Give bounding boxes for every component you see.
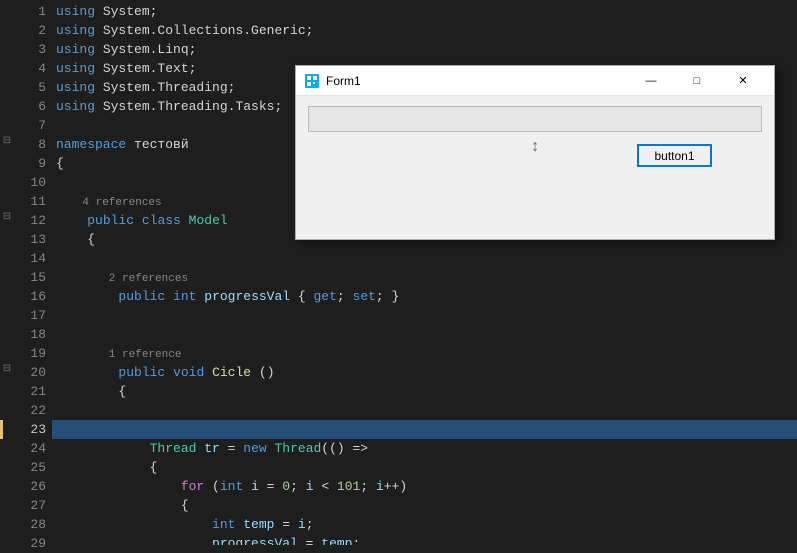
ln-6: 6 — [14, 97, 46, 116]
code-line-26: for (int i = 0; i < 101; i++) — [52, 477, 797, 496]
code-line-25: { — [52, 458, 797, 477]
ln-11: 11 — [14, 192, 46, 211]
ln-22: 22 — [14, 401, 46, 420]
ln-7: 7 — [14, 116, 46, 135]
ln-17: 17 — [14, 306, 46, 325]
code-line-28: int temp = i; — [52, 515, 797, 534]
code-line-22 — [52, 401, 797, 420]
ln-4: 4 — [14, 59, 46, 78]
ln-8: 8 — [14, 135, 46, 154]
code-line-24: Thread tr = new Thread(() => — [52, 439, 797, 458]
form-window: Form1 — □ ✕ button1 ↕ — [295, 65, 775, 240]
code-line-3: using System.Linq; — [52, 40, 797, 59]
ln-26: 26 — [14, 477, 46, 496]
code-line-17 — [52, 306, 797, 325]
button1[interactable]: button1 — [637, 144, 712, 167]
fold-icon-line20[interactable]: ⊟ — [0, 363, 14, 375]
resize-handle[interactable]: ↕ — [530, 138, 540, 156]
ln-3: 3 — [14, 40, 46, 59]
ln-25: 25 — [14, 458, 46, 477]
fold-icon-line8[interactable]: ⊟ — [0, 135, 14, 147]
code-line-29: progressVal = temp; — [52, 534, 797, 545]
ln-15: 15 — [14, 268, 46, 287]
code-line-23 — [52, 420, 797, 439]
ln-5: 5 — [14, 78, 46, 97]
ln-10: 10 — [14, 173, 46, 192]
fold-icon-line12[interactable]: ⊟ — [0, 211, 14, 223]
current-line-marker — [0, 420, 3, 439]
code-line-19: 1 reference — [52, 344, 797, 363]
ln-13: 13 — [14, 230, 46, 249]
progress-bar — [308, 106, 762, 132]
form-body: button1 ↕ — [296, 96, 774, 158]
ln-19: 19 — [14, 344, 46, 363]
minimize-button[interactable]: — — [628, 66, 674, 96]
code-line-15: 2 references — [52, 268, 797, 287]
ln-23: 23 — [14, 420, 46, 439]
ln-24: 24 — [14, 439, 46, 458]
code-line-27: { — [52, 496, 797, 515]
form-app-icon — [304, 73, 320, 89]
ln-14: 14 — [14, 249, 46, 268]
ln-2: 2 — [14, 21, 46, 40]
ln-21: 21 — [14, 382, 46, 401]
form-window-controls: — □ ✕ — [628, 66, 766, 96]
close-button[interactable]: ✕ — [720, 66, 766, 96]
ln-28: 28 — [14, 515, 46, 534]
code-line-18 — [52, 325, 797, 344]
code-line-1: using System; — [52, 2, 797, 21]
ln-27: 27 — [14, 496, 46, 515]
ln-9: 9 — [14, 154, 46, 173]
code-line-20: public void Cicle () — [52, 363, 797, 382]
form-title: Form1 — [326, 74, 628, 88]
maximize-button[interactable]: □ — [674, 66, 720, 96]
ln-29: 29 — [14, 534, 46, 553]
code-line-14 — [52, 249, 797, 268]
ln-16: 16 — [14, 287, 46, 306]
ln-18: 18 — [14, 325, 46, 344]
left-gutter: ⊟ ⊟ ⊟ — [0, 0, 14, 545]
form-titlebar[interactable]: Form1 — □ ✕ — [296, 66, 774, 96]
line-numbers: 1 2 3 4 5 6 7 8 9 10 11 12 13 14 15 16 1… — [14, 0, 52, 545]
ln-1: 1 — [14, 2, 46, 21]
code-line-21: { — [52, 382, 797, 401]
code-line-2: using System.Collections.Generic; — [52, 21, 797, 40]
ln-12: 12 — [14, 211, 46, 230]
ln-20: 20 — [14, 363, 46, 382]
code-line-16: public int progressVal { get; set; } — [52, 287, 797, 306]
